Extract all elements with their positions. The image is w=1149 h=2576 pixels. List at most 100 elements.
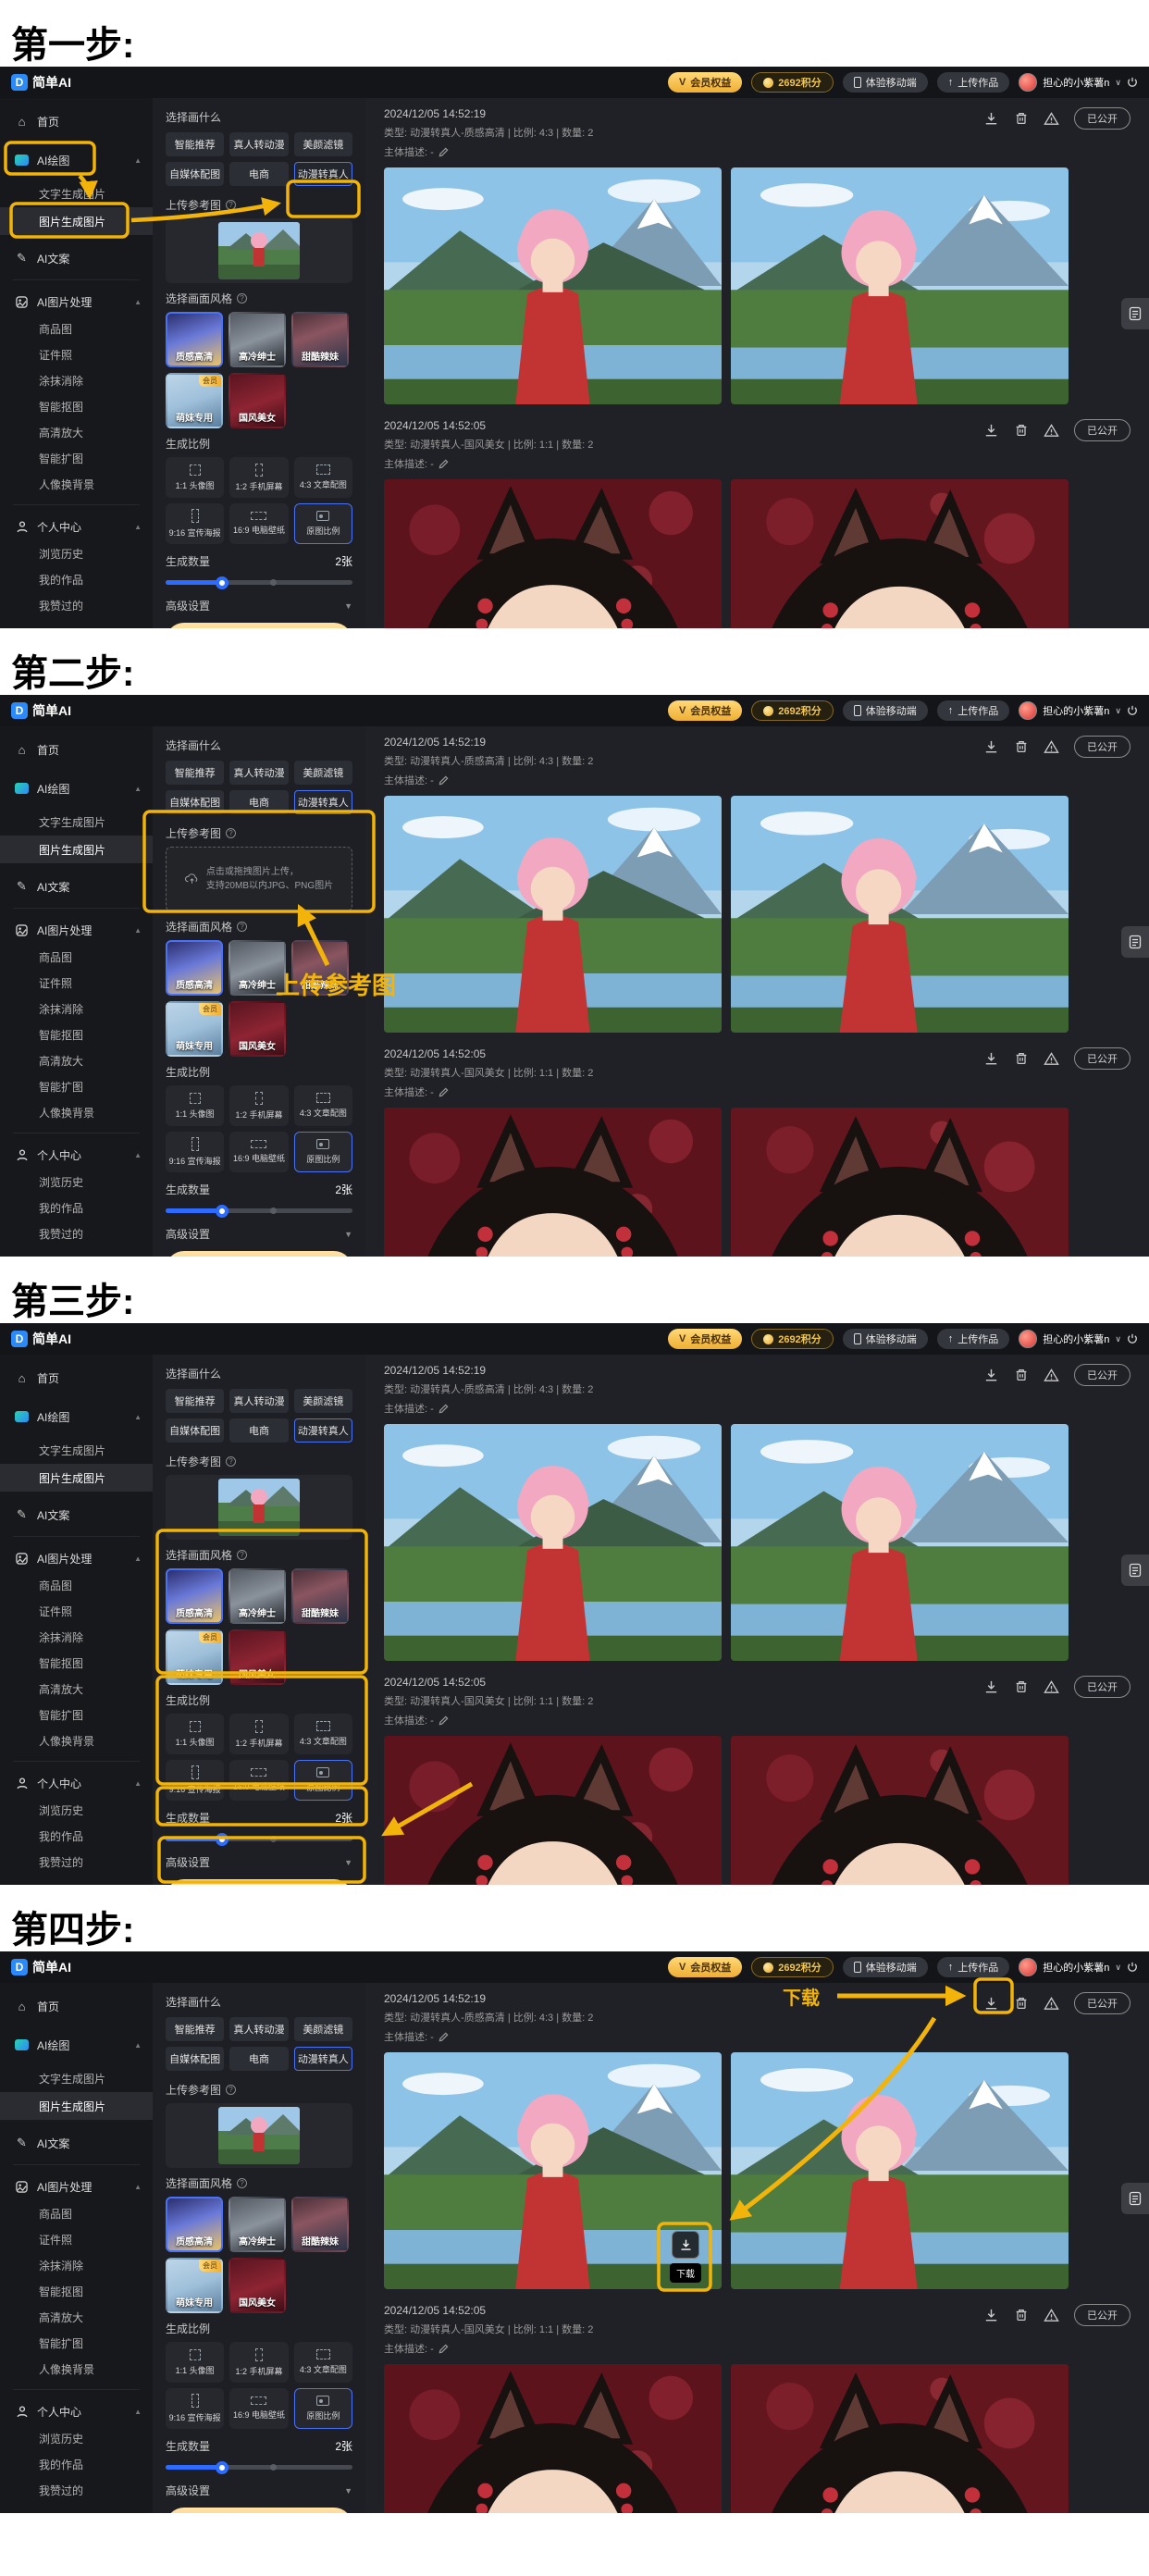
style-sweet-cool[interactable]: 甜酷辣妹 bbox=[291, 2197, 349, 2252]
published-button[interactable]: 已公开 bbox=[1074, 107, 1130, 130]
user-menu[interactable]: 担心的小紫薯n ∨ bbox=[1019, 73, 1138, 92]
style-chinese-beauty[interactable]: 国风美女 bbox=[229, 373, 286, 428]
sidebar-group-ai-process[interactable]: AI图片处理 ▲ bbox=[0, 2173, 153, 2200]
uploaded-reference-strip[interactable] bbox=[166, 218, 352, 283]
style-texture-hd[interactable]: 质感高清 bbox=[166, 2197, 223, 2252]
edit-icon[interactable] bbox=[439, 1404, 449, 1414]
option-smart-recommend[interactable]: 智能推荐 bbox=[166, 1389, 224, 1413]
generated-image-1[interactable] bbox=[384, 479, 722, 628]
option-real-to-anime[interactable]: 真人转动漫 bbox=[229, 1389, 288, 1413]
slider-handle[interactable] bbox=[216, 576, 229, 589]
published-button[interactable]: 已公开 bbox=[1074, 736, 1130, 758]
style-texture-hd[interactable]: 质感高清 bbox=[166, 312, 223, 367]
published-button[interactable]: 已公开 bbox=[1074, 1047, 1130, 1070]
option-beauty-filter[interactable]: 美颜滤镜 bbox=[294, 761, 352, 785]
ratio-1-1[interactable]: 1:1 头像图 bbox=[166, 1714, 224, 1754]
style-cute-girl[interactable]: 会员 萌妹专用 bbox=[166, 1001, 223, 1057]
option-beauty-filter[interactable]: 美颜滤镜 bbox=[294, 2017, 352, 2041]
member-benefits-button[interactable]: V 会员权益 bbox=[668, 700, 742, 721]
logout-icon[interactable] bbox=[1127, 705, 1138, 716]
ratio-16-9[interactable]: 16:9 电脑壁纸 bbox=[229, 1132, 288, 1172]
ratio-original[interactable]: 原图比例 bbox=[294, 1760, 352, 1801]
generated-image-2[interactable] bbox=[731, 2052, 1069, 2289]
style-sweet-cool[interactable]: 甜酷辣妹 bbox=[291, 312, 349, 367]
feedback-side-tab[interactable] bbox=[1121, 926, 1149, 958]
sidebar-item-product-image[interactable]: 商品图 bbox=[0, 944, 153, 970]
delete-icon[interactable] bbox=[1014, 111, 1029, 126]
mobile-version-button[interactable]: 体验移动端 bbox=[843, 700, 928, 721]
delete-icon[interactable] bbox=[1014, 1996, 1029, 2011]
quantity-slider[interactable] bbox=[166, 2461, 352, 2473]
download-icon[interactable] bbox=[983, 1996, 999, 2012]
ratio-9-16[interactable]: 9:16 宣传海报 bbox=[166, 1132, 224, 1172]
sidebar-item-my-likes[interactable]: 我赞过的 bbox=[0, 592, 153, 618]
report-icon[interactable] bbox=[1044, 1996, 1059, 2012]
points-button[interactable]: 2692积分 bbox=[751, 72, 833, 93]
sidebar-item-my-likes[interactable]: 我赞过的 bbox=[0, 1849, 153, 1875]
slider-handle[interactable] bbox=[216, 1205, 229, 1218]
option-real-to-anime[interactable]: 真人转动漫 bbox=[229, 761, 288, 785]
report-icon[interactable] bbox=[1044, 1679, 1059, 1695]
published-button[interactable]: 已公开 bbox=[1074, 419, 1130, 441]
edit-icon[interactable] bbox=[439, 2032, 449, 2042]
sidebar-group-ai-process[interactable]: AI图片处理 ▲ bbox=[0, 1544, 153, 1572]
ratio-4-3[interactable]: 4:3 文章配图 bbox=[294, 1714, 352, 1754]
delete-icon[interactable] bbox=[1014, 1368, 1029, 1382]
option-smart-recommend[interactable]: 智能推荐 bbox=[166, 2017, 224, 2041]
sidebar-item-upscale[interactable]: 高清放大 bbox=[0, 419, 153, 445]
generated-image-2[interactable] bbox=[731, 167, 1069, 404]
generated-image-1[interactable] bbox=[384, 1736, 722, 1885]
uploaded-reference-strip[interactable] bbox=[166, 1475, 352, 1540]
app-logo[interactable]: D 简单AI bbox=[11, 1330, 71, 1348]
logout-icon[interactable] bbox=[1127, 77, 1138, 88]
sidebar-group-ai-draw[interactable]: AI绘图 ▲ bbox=[0, 146, 153, 174]
sidebar-item-text-to-image[interactable]: 文字生成图片 bbox=[0, 808, 153, 836]
sidebar-item-image-to-image[interactable]: 图片生成图片 bbox=[0, 1464, 153, 1492]
sidebar-group-personal[interactable]: 个人中心 ▲ bbox=[0, 513, 153, 540]
logout-icon[interactable] bbox=[1127, 1962, 1138, 1973]
sidebar-group-ai-process[interactable]: AI图片处理 ▲ bbox=[0, 288, 153, 316]
ratio-1-2[interactable]: 1:2 手机屏幕 bbox=[229, 1714, 288, 1754]
style-chinese-beauty[interactable]: 国风美女 bbox=[229, 1001, 286, 1057]
option-media-image[interactable]: 自媒体配图 bbox=[166, 2047, 224, 2071]
app-logo[interactable]: D 简单AI bbox=[11, 73, 71, 92]
sidebar-item-expand[interactable]: 智能扩图 bbox=[0, 1702, 153, 1728]
edit-icon[interactable] bbox=[439, 775, 449, 786]
upload-works-button[interactable]: ↑ 上传作品 bbox=[937, 1329, 1010, 1349]
sidebar-item-history[interactable]: 浏览历史 bbox=[0, 1169, 153, 1195]
option-smart-recommend[interactable]: 智能推荐 bbox=[166, 132, 224, 156]
generate-button[interactable]: 会员高速生成图片 (消耗2积分) bbox=[166, 623, 352, 628]
option-anime-to-real[interactable]: 动漫转真人 bbox=[294, 1418, 352, 1443]
ratio-9-16[interactable]: 9:16 宣传海报 bbox=[166, 1760, 224, 1801]
sidebar-group-ai-draw[interactable]: AI绘图 ▲ bbox=[0, 2031, 153, 2059]
published-button[interactable]: 已公开 bbox=[1074, 1676, 1130, 1698]
ratio-16-9[interactable]: 16:9 电脑壁纸 bbox=[229, 503, 288, 544]
option-media-image[interactable]: 自媒体配图 bbox=[166, 1418, 224, 1443]
sidebar-item-erase[interactable]: 涂抹消除 bbox=[0, 367, 153, 393]
ratio-1-1[interactable]: 1:1 头像图 bbox=[166, 457, 224, 498]
download-icon[interactable] bbox=[983, 1368, 999, 1383]
sidebar-group-ai-process[interactable]: AI图片处理 ▲ bbox=[0, 916, 153, 944]
sidebar-item-id-photo[interactable]: 证件照 bbox=[0, 2226, 153, 2252]
download-icon[interactable] bbox=[983, 1051, 999, 1067]
style-cool-gentleman[interactable]: 高冷绅士 bbox=[229, 1568, 286, 1624]
sidebar-item-portrait-bg[interactable]: 人像换背景 bbox=[0, 2356, 153, 2382]
generated-image-2[interactable] bbox=[731, 479, 1069, 628]
sidebar-item-ai-copy[interactable]: ✎ AI文案 bbox=[0, 873, 153, 900]
sidebar-item-upscale[interactable]: 高清放大 bbox=[0, 2304, 153, 2330]
sidebar-item-home[interactable]: ⌂ 首页 bbox=[0, 107, 153, 135]
ratio-16-9[interactable]: 16:9 电脑壁纸 bbox=[229, 1760, 288, 1801]
ratio-4-3[interactable]: 4:3 文章配图 bbox=[294, 457, 352, 498]
upload-works-button[interactable]: ↑ 上传作品 bbox=[937, 72, 1010, 93]
sidebar-item-ai-copy[interactable]: ✎ AI文案 bbox=[0, 1501, 153, 1529]
user-menu[interactable]: 担心的小紫薯n ∨ bbox=[1019, 1958, 1138, 1976]
member-benefits-button[interactable]: V 会员权益 bbox=[668, 72, 742, 93]
feedback-side-tab[interactable] bbox=[1121, 1554, 1149, 1586]
style-cute-girl[interactable]: 会员 萌妹专用 bbox=[166, 373, 223, 428]
sidebar-item-upscale[interactable]: 高清放大 bbox=[0, 1047, 153, 1073]
quantity-slider[interactable] bbox=[166, 1205, 352, 1217]
edit-icon[interactable] bbox=[439, 147, 449, 157]
option-ecommerce[interactable]: 电商 bbox=[229, 2047, 288, 2071]
ratio-1-1[interactable]: 1:1 头像图 bbox=[166, 1085, 224, 1126]
edit-icon[interactable] bbox=[439, 459, 449, 469]
